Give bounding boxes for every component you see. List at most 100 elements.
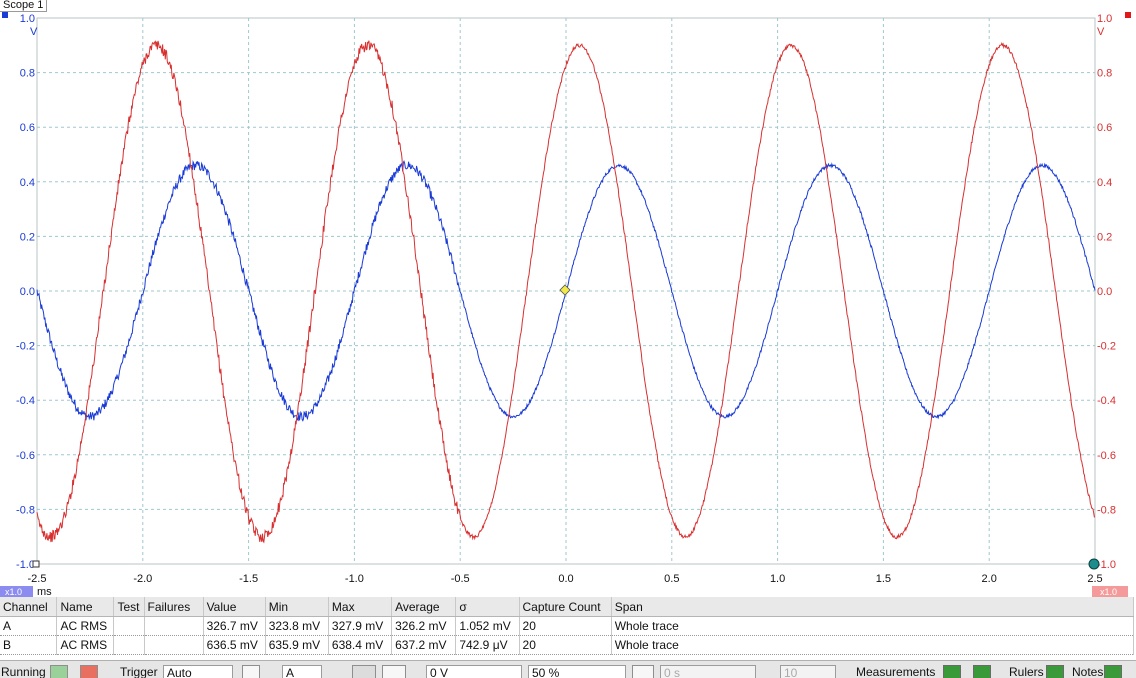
count-input[interactable]: 10: [780, 665, 836, 678]
column-header[interactable]: Max: [328, 597, 393, 617]
y-left-tick-label: -0.6: [16, 450, 35, 462]
delay-toggle-button[interactable]: [632, 665, 654, 678]
column-header[interactable]: Average: [391, 597, 457, 617]
y-right-tick-label: -0.4: [1097, 395, 1116, 407]
y-left-tick-label: 1.0: [20, 13, 35, 25]
y-right-tick-label: 0.0: [1097, 286, 1112, 298]
pretrigger-input[interactable]: 50 %: [528, 665, 626, 678]
table-cell: 636.5 mV: [203, 635, 266, 655]
column-header[interactable]: Channel: [0, 597, 58, 617]
delay-input[interactable]: 0 s: [660, 665, 756, 678]
trigger-mode-select[interactable]: Auto: [163, 665, 233, 678]
column-header[interactable]: Value: [203, 597, 266, 617]
table-cell: [144, 616, 204, 636]
x-tick-label: 1.5: [876, 573, 891, 585]
column-header[interactable]: σ: [455, 597, 520, 617]
y-right-tick-label: -1.0: [1097, 559, 1116, 571]
table-cell: [113, 635, 145, 655]
x-tick-label: 2.5: [1087, 573, 1102, 585]
y-right-tick-label: 0.2: [1097, 231, 1112, 243]
y-left-tick-label: -0.8: [16, 504, 35, 516]
y-left-tick-label: 0.4: [20, 177, 35, 189]
post-trigger-handle[interactable]: [1088, 558, 1100, 570]
y-right-unit: V: [1097, 26, 1105, 38]
trigger-options-button[interactable]: [242, 665, 260, 678]
x-tick-label: 1.0: [770, 573, 785, 585]
column-header[interactable]: Name: [56, 597, 115, 617]
table-cell: Whole trace: [611, 616, 1135, 636]
table-row[interactable]: A AC RMS 326.7 mV 323.8 mV 327.9 mV 326.2 mV 1…: [0, 616, 1135, 636]
table-cell: [113, 616, 145, 636]
zoom-badge-right-label: x1.0: [1100, 587, 1117, 597]
x-tick-label: -2.5: [28, 573, 47, 585]
y-left-tick-label: 0.0: [20, 286, 35, 298]
y-right-tick-label: 0.6: [1097, 122, 1112, 134]
edit-measurement-button[interactable]: [973, 665, 991, 678]
column-header[interactable]: Min: [265, 597, 329, 617]
table-cell: AC RMS: [56, 635, 115, 655]
trigger-label: Trigger: [120, 665, 158, 678]
table-cell: 323.8 mV: [265, 616, 329, 636]
y-left-tick-label: 0.6: [20, 122, 35, 134]
table-cell: [144, 635, 204, 655]
column-header[interactable]: Failures: [144, 597, 204, 617]
table-cell: 20: [519, 616, 612, 636]
rulers-button[interactable]: [1046, 665, 1064, 678]
x-tick-label: -1.0: [345, 573, 364, 585]
x-tick-label: -1.5: [239, 573, 258, 585]
x-tick-label: -2.0: [133, 573, 152, 585]
table-cell: 326.7 mV: [203, 616, 266, 636]
table-row[interactable]: B AC RMS 636.5 mV 635.9 mV 638.4 mV 637.2 mV 7…: [0, 635, 1135, 655]
table-cell: 327.9 mV: [328, 616, 393, 636]
column-header[interactable]: Span: [611, 597, 1135, 617]
measurements-table: Channel Name Test Failures Value Min Max Averag…: [0, 597, 1135, 655]
channel-b-marker[interactable]: [1125, 12, 1131, 18]
scope-title: Scope 1: [0, 0, 48, 12]
y-right-tick-label: -0.6: [1097, 450, 1116, 462]
x-tick-label: -0.5: [451, 573, 470, 585]
add-measurement-button[interactable]: [943, 665, 961, 678]
table-cell: 742.9 μV: [455, 635, 520, 655]
x-axis-unit: ms: [37, 586, 52, 597]
zoom-badge-left-label: x1.0: [5, 587, 22, 597]
measurements-label: Measurements: [856, 665, 936, 678]
start-button[interactable]: [50, 665, 68, 678]
y-left-tick-label: 0.2: [20, 231, 35, 243]
table-cell: AC RMS: [56, 616, 115, 636]
y-right-tick-label: 0.8: [1097, 68, 1112, 80]
y-right-tick-label: -0.2: [1097, 341, 1116, 353]
falling-edge-button[interactable]: [382, 665, 406, 678]
y-right-tick-label: -0.8: [1097, 504, 1116, 516]
rising-edge-button[interactable]: [352, 665, 376, 678]
notes-button[interactable]: [1104, 665, 1122, 678]
table-cell: A: [0, 616, 58, 636]
y-left-tick-label: -0.4: [16, 395, 35, 407]
threshold-input[interactable]: 0 V: [426, 665, 522, 678]
table-cell: 635.9 mV: [265, 635, 329, 655]
trigger-channel-select[interactable]: A: [282, 665, 322, 678]
column-header[interactable]: Capture Count: [519, 597, 612, 617]
column-header[interactable]: Test: [113, 597, 145, 617]
table-cell: 637.2 mV: [391, 635, 457, 655]
channel-a-marker[interactable]: [2, 12, 8, 18]
y-right-tick-label: 1.0: [1097, 13, 1112, 25]
y-left-unit: V: [30, 26, 38, 38]
x-tick-label: 2.0: [982, 573, 997, 585]
table-cell: 1.052 mV: [455, 616, 520, 636]
rulers-label: Rulers: [1009, 665, 1044, 678]
stop-button[interactable]: [80, 665, 98, 678]
toolbar: Running Trigger Auto A 0 V 50 % 0 s 10 M…: [0, 660, 1136, 678]
table-cell: 20: [519, 635, 612, 655]
scope-plot[interactable]: 1.0 0.8 0.6 0.4 0.2 0.0 -0.2 -0.4 -0.6 -0.8 -1.0 1…: [0, 0, 1136, 597]
running-label: Running: [1, 665, 46, 678]
table-cell: 638.4 mV: [328, 635, 393, 655]
y-right-tick-label: 0.4: [1097, 177, 1112, 189]
ruler-handle[interactable]: [32, 560, 40, 568]
x-tick-label: 0.5: [664, 573, 679, 585]
table-cell: B: [0, 635, 58, 655]
notes-label: Notes: [1072, 665, 1104, 678]
x-tick-label: 0.0: [558, 573, 573, 585]
table-cell: Whole trace: [611, 635, 1135, 655]
y-left-tick-label: -0.2: [16, 341, 35, 353]
y-left-tick-label: 0.8: [20, 68, 35, 80]
